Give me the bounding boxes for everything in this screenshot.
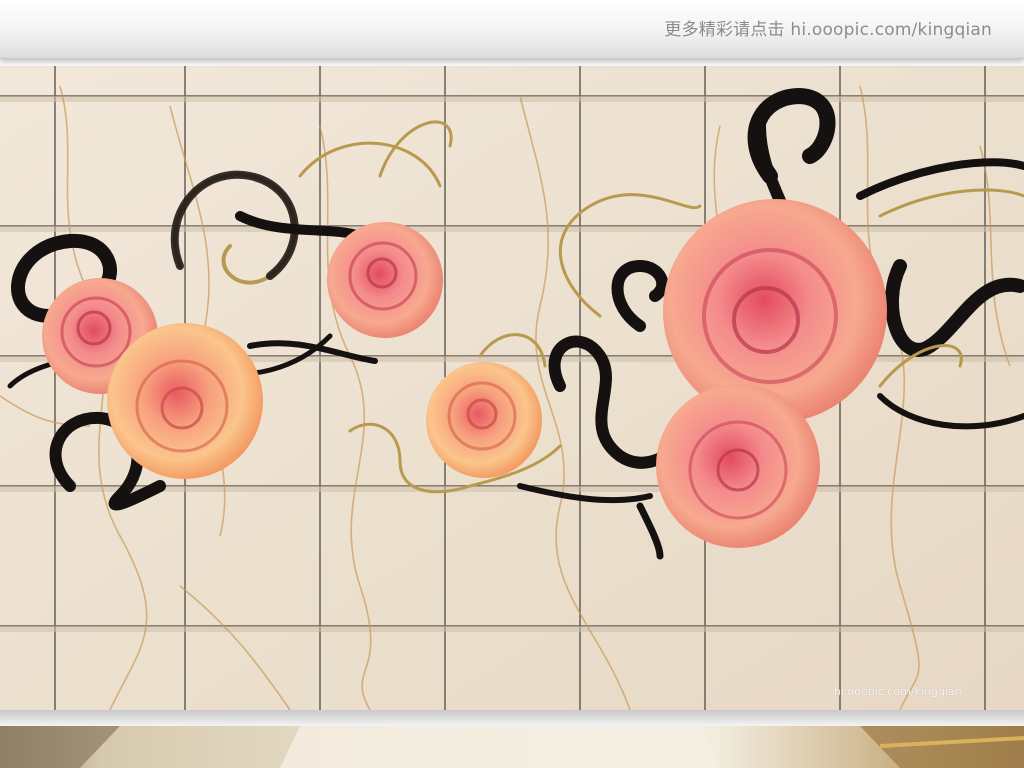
screenshot-canvas: 更多精彩请点击 hi.ooopic.com/kingqian hi.ooopic… — [0, 0, 1024, 768]
artwork-watermark: hi.ooopic.com/kingqian — [834, 685, 962, 698]
header-bar: 更多精彩请点击 hi.ooopic.com/kingqian — [0, 0, 1024, 59]
rose-right-large — [663, 199, 887, 423]
room-preview-image — [0, 726, 1024, 768]
rose-left-peach — [107, 323, 263, 479]
rose-top-middle — [327, 222, 443, 338]
header-watermark: 更多精彩请点击 hi.ooopic.com/kingqian — [664, 20, 992, 40]
mural-artwork: hi.ooopic.com/kingqian — [0, 66, 1024, 710]
frame-separator — [0, 710, 1024, 726]
room-preview-strip — [0, 726, 1024, 768]
rose-right-lower — [656, 384, 820, 548]
mural-image — [0, 66, 1024, 710]
rose-center — [426, 362, 542, 478]
